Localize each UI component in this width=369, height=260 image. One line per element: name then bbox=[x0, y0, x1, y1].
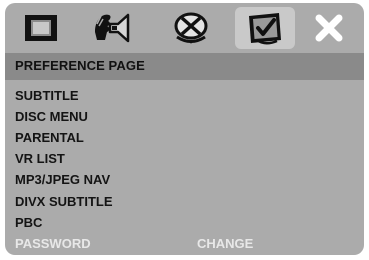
page-title-bar: PREFERENCE PAGE bbox=[5, 53, 364, 80]
menu-item-password: PASSWORD bbox=[15, 236, 91, 251]
menu-item-vr-list[interactable]: VR LIST bbox=[15, 151, 65, 166]
page-title: PREFERENCE PAGE bbox=[15, 58, 145, 73]
screen-setup-icon bbox=[25, 15, 57, 41]
audio-setup-icon bbox=[95, 13, 130, 43]
menu-item-subtitle[interactable]: SUBTITLE bbox=[15, 88, 79, 103]
close-icon bbox=[315, 14, 343, 42]
tab-audio-setup[interactable] bbox=[83, 7, 143, 49]
menu-item-pbc[interactable]: PBC bbox=[15, 215, 42, 230]
tab-preference[interactable] bbox=[235, 7, 295, 49]
tab-disc-settings[interactable] bbox=[161, 7, 221, 49]
menu-item-mp3-jpeg-nav[interactable]: MP3/JPEG NAV bbox=[15, 172, 110, 187]
setup-tab-bar bbox=[5, 3, 364, 53]
tab-general-setup[interactable] bbox=[11, 7, 71, 49]
menu-item-disc-menu[interactable]: DISC MENU bbox=[15, 109, 88, 124]
menu-item-parental[interactable]: PARENTAL bbox=[15, 130, 84, 145]
preference-checklist-icon bbox=[249, 13, 281, 45]
menu-item-divx-subtitle[interactable]: DIVX SUBTITLE bbox=[15, 194, 113, 209]
preference-menu-list: SUBTITLE DISC MENU PARENTAL VR LIST MP3/… bbox=[5, 80, 364, 255]
tab-exit[interactable] bbox=[299, 7, 359, 49]
setup-menu-panel: PREFERENCE PAGE SUBTITLE DISC MENU PAREN… bbox=[5, 3, 364, 255]
disc-settings-icon bbox=[174, 12, 208, 44]
menu-item-password-value: CHANGE bbox=[197, 236, 254, 251]
